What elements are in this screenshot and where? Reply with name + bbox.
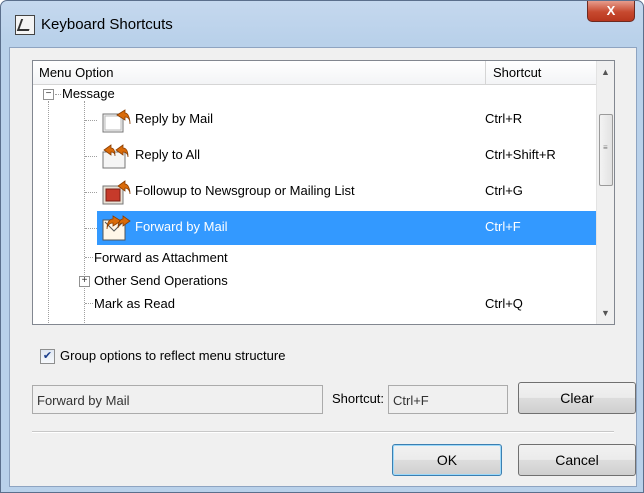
- item-shortcut: Ctrl+F: [485, 219, 521, 234]
- divider: [32, 431, 614, 433]
- followup-icon: [102, 180, 131, 205]
- header-divider: [485, 61, 486, 84]
- grip-icon: ≡: [603, 143, 608, 152]
- shortcut-input[interactable]: Ctrl+F: [388, 385, 508, 414]
- close-button[interactable]: X: [587, 1, 635, 22]
- item-label: Reply by Mail: [135, 111, 214, 126]
- forward-mail-icon: [102, 215, 131, 241]
- window-title: Keyboard Shortcuts: [41, 16, 173, 33]
- group-options-checkbox[interactable]: ✔: [40, 349, 55, 364]
- item-label: Followup to Newsgroup or Mailing List: [135, 183, 355, 198]
- list-item[interactable]: Reply to All Ctrl+Shift+R: [33, 139, 598, 173]
- vertical-scrollbar[interactable]: ▲ ≡ ▼: [596, 61, 614, 324]
- list-item[interactable]: Mark as Read Ctrl+Q: [33, 293, 598, 315]
- list-item[interactable]: Followup to Newsgroup or Mailing List Ct…: [33, 175, 598, 209]
- list-header: Menu Option Shortcut: [33, 61, 598, 85]
- expand-toggle[interactable]: +: [79, 276, 90, 287]
- list-item-selected[interactable]: Forward by Mail Ctrl+F: [97, 211, 598, 245]
- item-label: Reply to All: [135, 147, 201, 162]
- list-item[interactable]: Reply by Mail Ctrl+R: [33, 103, 598, 137]
- shortcuts-list[interactable]: Menu Option Shortcut − Message Reply by …: [32, 60, 615, 325]
- item-shortcut: Ctrl+Q: [485, 296, 523, 311]
- group-options-label[interactable]: Group options to reflect menu structure: [60, 348, 285, 363]
- item-label: Other Send Operations: [94, 273, 228, 288]
- scroll-up-arrow-icon[interactable]: ▲: [597, 64, 614, 81]
- ok-button[interactable]: OK: [392, 444, 502, 476]
- keyboard-shortcuts-app-icon: [15, 15, 35, 35]
- item-label: Mark as Read: [94, 296, 175, 311]
- list-item[interactable]: Forward as Attachment: [33, 247, 598, 269]
- item-label: Forward as Attachment: [94, 250, 228, 265]
- item-shortcut: Ctrl+G: [485, 183, 523, 198]
- item-shortcut: Ctrl+Shift+R: [485, 147, 556, 162]
- cancel-button[interactable]: Cancel: [518, 444, 636, 476]
- reply-all-icon: [102, 144, 129, 169]
- shortcut-label: Shortcut:: [332, 391, 385, 406]
- title-bar[interactable]: Keyboard Shortcuts X: [1, 1, 643, 47]
- group-label: Message: [62, 86, 115, 101]
- tree-guide-line: [55, 94, 61, 95]
- list-item[interactable]: + Other Send Operations: [33, 270, 598, 292]
- column-header-menu-option[interactable]: Menu Option: [39, 61, 113, 84]
- reply-mail-icon: [102, 109, 131, 133]
- clear-button[interactable]: Clear: [518, 382, 636, 414]
- selected-command-field: Forward by Mail: [32, 385, 323, 414]
- collapse-toggle[interactable]: −: [43, 89, 54, 100]
- list-rows: − Message Reply by Mail Ctrl+R Reply to …: [33, 85, 598, 323]
- item-label: Forward by Mail: [135, 219, 228, 234]
- dialog-client-area: Menu Option Shortcut − Message Reply by …: [9, 47, 637, 487]
- dialog-window: Keyboard Shortcuts X Menu Option Shortcu…: [0, 0, 644, 493]
- item-shortcut: Ctrl+R: [485, 111, 523, 126]
- scrollbar-thumb[interactable]: ≡: [599, 114, 613, 186]
- column-header-shortcut[interactable]: Shortcut: [493, 61, 541, 84]
- tree-group-message[interactable]: − Message: [33, 85, 598, 102]
- scroll-down-arrow-icon[interactable]: ▼: [597, 305, 614, 322]
